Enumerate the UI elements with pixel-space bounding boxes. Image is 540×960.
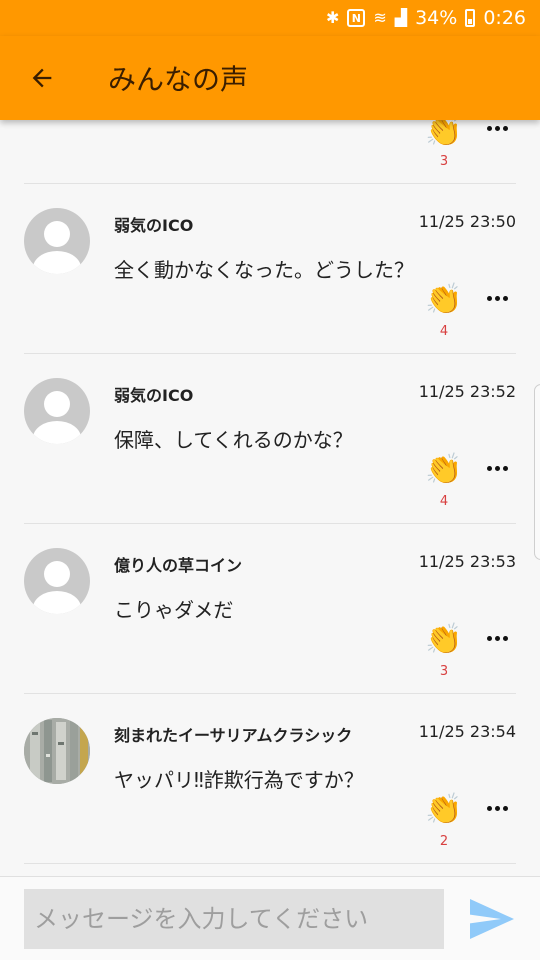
message-text: こりゃダメだ bbox=[114, 598, 234, 622]
send-button[interactable] bbox=[466, 895, 518, 943]
list-item: 弱気のICO 11/25 23:52 保障、してくれるのかな？ 👏 4 bbox=[24, 354, 516, 524]
list-item: 👏 3 bbox=[24, 120, 516, 184]
more-button[interactable] bbox=[482, 626, 512, 650]
user-name[interactable]: 刻まれたイーサリアムクラシック bbox=[114, 722, 352, 746]
clapping-hands-icon: 👏 bbox=[425, 282, 463, 317]
more-horizontal-icon-dot bbox=[486, 805, 492, 811]
timestamp: 11/25 23:50 bbox=[418, 212, 516, 231]
message-input[interactable] bbox=[24, 889, 444, 949]
wifi-icon: ≋ bbox=[373, 8, 387, 27]
avatar[interactable] bbox=[24, 208, 90, 274]
clap-count: 4 bbox=[439, 494, 449, 509]
more-horizontal-icon-dot bbox=[494, 465, 500, 471]
user-name[interactable]: 弱気のICO bbox=[114, 382, 193, 406]
more-button[interactable] bbox=[482, 796, 512, 820]
default-avatar-icon bbox=[33, 561, 81, 614]
bluetooth-icon: ✱ bbox=[325, 8, 340, 27]
more-horizontal-icon-dot bbox=[494, 635, 500, 641]
send-icon bbox=[470, 899, 514, 939]
more-horizontal-icon-dot bbox=[486, 635, 492, 641]
clapping-hands-icon: 👏 bbox=[425, 792, 463, 827]
more-horizontal-icon-dot bbox=[486, 125, 492, 131]
clapping-hands-icon: 👏 bbox=[425, 120, 463, 149]
timestamp: 11/25 23:52 bbox=[418, 382, 516, 401]
more-horizontal-icon-dot bbox=[502, 295, 508, 301]
list-item: 刻まれたイーサリアムクラシック 11/25 23:54 ヤッパリ‼詐欺行為ですか… bbox=[24, 694, 516, 864]
page-title: みんなの声 bbox=[108, 63, 249, 96]
user-name[interactable]: 弱気のICO bbox=[114, 212, 193, 236]
back-button[interactable] bbox=[20, 56, 64, 100]
message-text: 保障、してくれるのかな？ bbox=[114, 428, 353, 452]
user-name[interactable]: 億り人の草コイン bbox=[114, 552, 242, 576]
app-bar: みんなの声 bbox=[0, 36, 540, 120]
status-bar: ✱ N ≋ ▟ 34% 0:26 bbox=[0, 0, 540, 36]
avatar[interactable] bbox=[24, 378, 90, 444]
more-horizontal-icon-dot bbox=[486, 465, 492, 471]
more-horizontal-icon-dot bbox=[494, 125, 500, 131]
clap-button[interactable]: 👏 bbox=[425, 120, 463, 150]
clapping-hands-icon: 👏 bbox=[425, 622, 463, 657]
clap-button[interactable]: 👏 bbox=[425, 452, 463, 488]
clap-count: 4 bbox=[439, 324, 449, 339]
more-horizontal-icon-dot bbox=[486, 295, 492, 301]
more-horizontal-icon-dot bbox=[502, 805, 508, 811]
comment-list[interactable]: 👏 3 弱気のICO 11/25 23:50 全く動かなくなった。どうした？ 👏… bbox=[0, 120, 540, 876]
timestamp: 11/25 23:53 bbox=[418, 552, 516, 571]
timestamp: 11/25 23:54 bbox=[418, 722, 516, 741]
clap-button[interactable]: 👏 bbox=[425, 282, 463, 318]
photo-avatar-image bbox=[24, 718, 90, 784]
list-item: 億り人の草コイン 11/25 23:53 こりゃダメだ 👏 3 bbox=[24, 524, 516, 694]
clap-button[interactable]: 👏 bbox=[425, 792, 463, 828]
message-composer bbox=[0, 876, 540, 960]
more-button[interactable] bbox=[482, 456, 512, 480]
more-horizontal-icon-dot bbox=[502, 635, 508, 641]
more-horizontal-icon-dot bbox=[502, 125, 508, 131]
message-text: ヤッパリ‼詐欺行為ですか？ bbox=[114, 768, 364, 792]
list-item: 弱気のICO 11/25 23:50 全く動かなくなった。どうした？ 👏 4 bbox=[24, 184, 516, 354]
avatar[interactable] bbox=[24, 548, 90, 614]
clock: 0:26 bbox=[483, 7, 526, 29]
message-text: 全く動かなくなった。どうした？ bbox=[114, 258, 414, 282]
signal-icon: ▟ bbox=[394, 8, 408, 27]
battery-percent: 34% bbox=[415, 7, 458, 29]
more-button[interactable] bbox=[482, 120, 512, 140]
more-horizontal-icon-dot bbox=[494, 295, 500, 301]
more-button[interactable] bbox=[482, 286, 512, 310]
battery-icon bbox=[465, 9, 476, 27]
edge-panel-handle[interactable] bbox=[534, 384, 540, 560]
more-horizontal-icon-dot bbox=[502, 465, 508, 471]
clap-button[interactable]: 👏 bbox=[425, 622, 463, 658]
default-avatar-icon bbox=[33, 221, 81, 274]
clapping-hands-icon: 👏 bbox=[425, 452, 463, 487]
avatar[interactable] bbox=[24, 718, 90, 784]
more-horizontal-icon-dot bbox=[494, 805, 500, 811]
default-avatar-icon bbox=[33, 391, 81, 444]
clap-count: 2 bbox=[439, 834, 449, 849]
clap-count: 3 bbox=[439, 664, 449, 679]
clap-count: 3 bbox=[439, 154, 449, 169]
arrow-left-icon bbox=[32, 68, 52, 88]
nfc-icon: N bbox=[347, 9, 366, 27]
